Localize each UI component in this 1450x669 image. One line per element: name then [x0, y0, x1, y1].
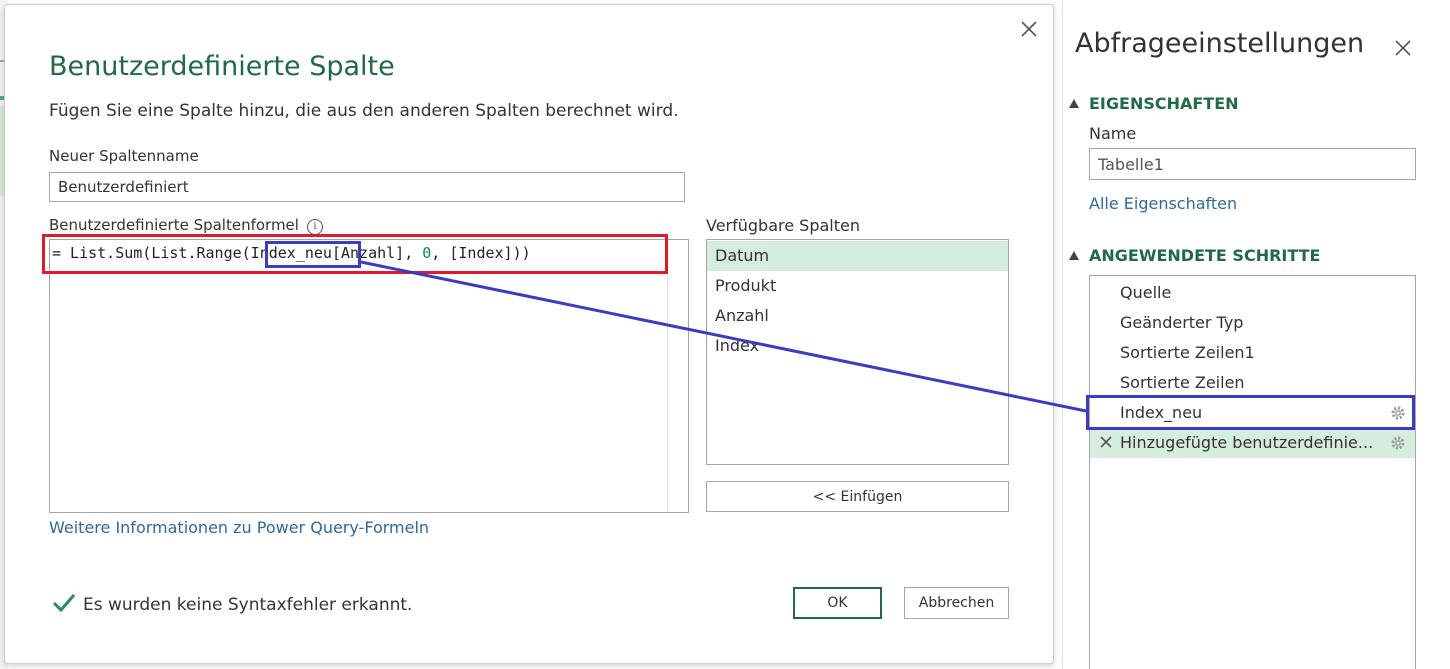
step-highlight-frame [1086, 395, 1415, 430]
step-added-custom-column[interactable]: Hinzugefügte benutzerdefinie... [1090, 428, 1415, 458]
formula-label: Benutzerdefinierte Spaltenformel [49, 216, 299, 234]
step-quelle[interactable]: Quelle [1090, 278, 1415, 308]
step-added-custom-column-label: Hinzugefügte benutzerdefinie... [1120, 433, 1374, 452]
close-icon[interactable] [1017, 17, 1041, 41]
delete-step-icon[interactable] [1098, 434, 1114, 450]
step-geaenderter-typ[interactable]: Geänderter Typ [1090, 308, 1415, 338]
properties-header-label: EIGENSCHAFTEN [1089, 94, 1239, 113]
applied-steps-list[interactable]: Quelle Geänderter Typ Sortierte Zeilen1 … [1089, 275, 1416, 669]
ok-button[interactable]: OK [793, 587, 882, 619]
pane-title: Abfrageeinstellungen [1075, 28, 1365, 59]
collapse-triangle-icon [1069, 251, 1079, 260]
applied-steps-header[interactable]: ANGEWENDETE SCHRITTE [1069, 246, 1320, 265]
formula-editor[interactable] [49, 239, 689, 513]
close-icon[interactable] [1391, 36, 1415, 60]
dialog-title: Benutzerdefinierte Spalte [49, 51, 395, 82]
custom-column-dialog: Benutzerdefinierte Spalte Fügen Sie eine… [4, 4, 1054, 664]
column-item-datum[interactable]: Datum [707, 241, 1008, 271]
formula-label-row: Benutzerdefinierte Spaltenformel i [49, 216, 323, 235]
formula-scrollbar[interactable] [667, 240, 668, 512]
info-icon[interactable]: i [306, 219, 323, 235]
index-neu-highlight-frame [265, 241, 361, 268]
applied-steps-header-label: ANGEWENDETE SCHRITTE [1089, 246, 1321, 265]
dialog-description: Fügen Sie eine Spalte hinzu, die aus den… [49, 101, 679, 121]
cancel-button[interactable]: Abbrechen [904, 587, 1009, 619]
all-properties-link[interactable]: Alle Eigenschaften [1089, 194, 1237, 213]
checkmark-icon [52, 594, 76, 613]
column-item-produkt[interactable]: Produkt [707, 271, 1008, 301]
query-settings-pane: Abfrageeinstellungen EIGENSCHAFTEN Name … [1062, 0, 1450, 669]
available-columns-list[interactable]: Datum Produkt Anzahl Index [706, 239, 1009, 465]
properties-header[interactable]: EIGENSCHAFTEN [1069, 94, 1239, 113]
formula-help-link[interactable]: Weitere Informationen zu Power Query-For… [49, 518, 429, 537]
column-item-anzahl[interactable]: Anzahl [707, 301, 1008, 331]
syntax-status: Es wurden keine Syntaxfehler erkannt. [83, 595, 413, 615]
gear-icon[interactable] [1389, 434, 1407, 452]
collapse-triangle-icon [1069, 99, 1079, 108]
column-name-input[interactable] [49, 172, 685, 202]
step-sortierte-zeilen[interactable]: Sortierte Zeilen [1090, 368, 1415, 398]
query-name-input[interactable] [1089, 148, 1416, 180]
column-name-label: Neuer Spaltenname [49, 147, 199, 165]
column-item-index[interactable]: Index [707, 331, 1008, 361]
query-name-label: Name [1089, 124, 1137, 143]
step-sortierte-zeilen1[interactable]: Sortierte Zeilen1 [1090, 338, 1415, 368]
available-columns-label: Verfügbare Spalten [706, 216, 860, 235]
insert-button[interactable]: << Einfügen [706, 481, 1009, 512]
